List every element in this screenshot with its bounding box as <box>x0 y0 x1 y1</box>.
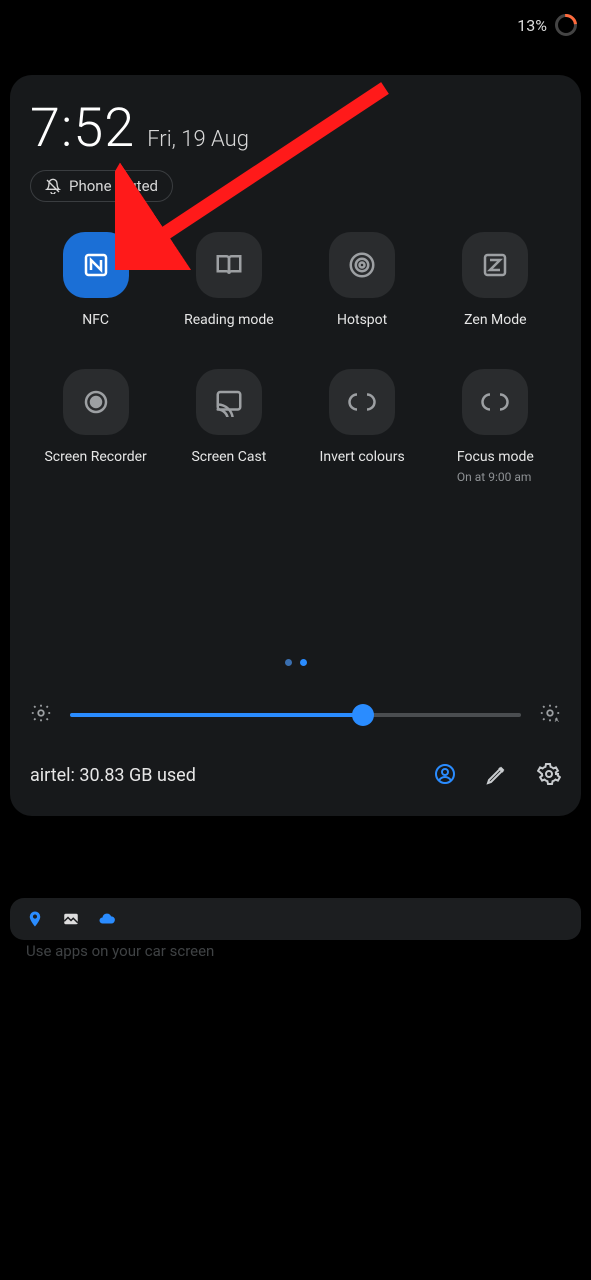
svg-text:A: A <box>555 716 560 724</box>
tile-label: Zen Mode <box>464 312 526 329</box>
edit-icon[interactable] <box>485 762 509 790</box>
panel-footer: airtel: 30.83 GB used <box>30 762 561 790</box>
data-usage-label[interactable]: airtel: 30.83 GB used <box>30 765 196 786</box>
tile-sublabel: On at 9:00 am <box>457 470 534 484</box>
clock-row: 7:52 Fri, 19 Aug <box>30 97 561 160</box>
brightness-low-icon[interactable] <box>30 702 52 728</box>
phone-muted-chip[interactable]: Phone muted <box>30 170 173 202</box>
tile-reading-mode[interactable]: Reading mode <box>163 232 294 329</box>
brightness-slider[interactable] <box>70 713 521 717</box>
tile-hotspot[interactable]: Hotspot <box>297 232 428 329</box>
tile-label: NFC <box>82 312 109 329</box>
tile-screen-recorder[interactable]: Screen Recorder <box>30 369 161 484</box>
settings-icon[interactable] <box>537 762 561 790</box>
invert-icon <box>347 387 377 417</box>
page-dot <box>285 659 292 666</box>
cast-icon <box>214 387 244 417</box>
tile-label: Focus mode <box>457 449 534 466</box>
page-dot-active <box>300 659 307 666</box>
location-pin-icon <box>26 910 44 928</box>
tile-invert-colours[interactable]: Invert colours <box>297 369 428 484</box>
background-notification-text: Use apps on your car screen <box>26 942 214 960</box>
quick-tiles-grid: NFC Reading mode Hotspot Zen Mode Screen… <box>30 232 561 484</box>
clock-date[interactable]: Fri, 19 Aug <box>147 127 249 152</box>
book-icon <box>214 250 244 280</box>
tile-label: Screen Recorder <box>44 449 146 466</box>
notification-icon-strip[interactable] <box>10 898 581 940</box>
image-icon <box>62 910 80 928</box>
phone-muted-label: Phone muted <box>69 177 158 195</box>
record-icon <box>81 387 111 417</box>
focus-icon <box>480 387 510 417</box>
user-icon[interactable] <box>433 762 457 790</box>
battery-ring-icon <box>555 14 577 36</box>
brightness-row: A <box>30 702 561 728</box>
hotspot-icon <box>347 250 377 280</box>
status-bar: 13% <box>0 0 591 50</box>
bell-off-icon <box>45 178 61 194</box>
tile-focus-mode[interactable]: Focus mode On at 9:00 am <box>430 369 561 484</box>
slider-thumb[interactable] <box>352 704 374 726</box>
quick-settings-panel: 7:52 Fri, 19 Aug Phone muted NFC Reading… <box>10 75 581 816</box>
tile-label: Hotspot <box>337 312 387 329</box>
page-indicator[interactable] <box>30 659 561 666</box>
tile-zen-mode[interactable]: Zen Mode <box>430 232 561 329</box>
brightness-auto-icon[interactable]: A <box>539 702 561 728</box>
tile-screen-cast[interactable]: Screen Cast <box>163 369 294 484</box>
footer-actions <box>433 762 561 790</box>
tile-nfc[interactable]: NFC <box>30 232 161 329</box>
tile-label: Invert colours <box>320 449 405 466</box>
cloud-icon <box>98 910 116 928</box>
zen-icon <box>480 250 510 280</box>
nfc-icon <box>81 250 111 280</box>
clock-time[interactable]: 7:52 <box>30 97 135 160</box>
tile-label: Screen Cast <box>191 449 266 466</box>
battery-percentage: 13% <box>517 16 547 35</box>
tile-label: Reading mode <box>184 312 274 329</box>
